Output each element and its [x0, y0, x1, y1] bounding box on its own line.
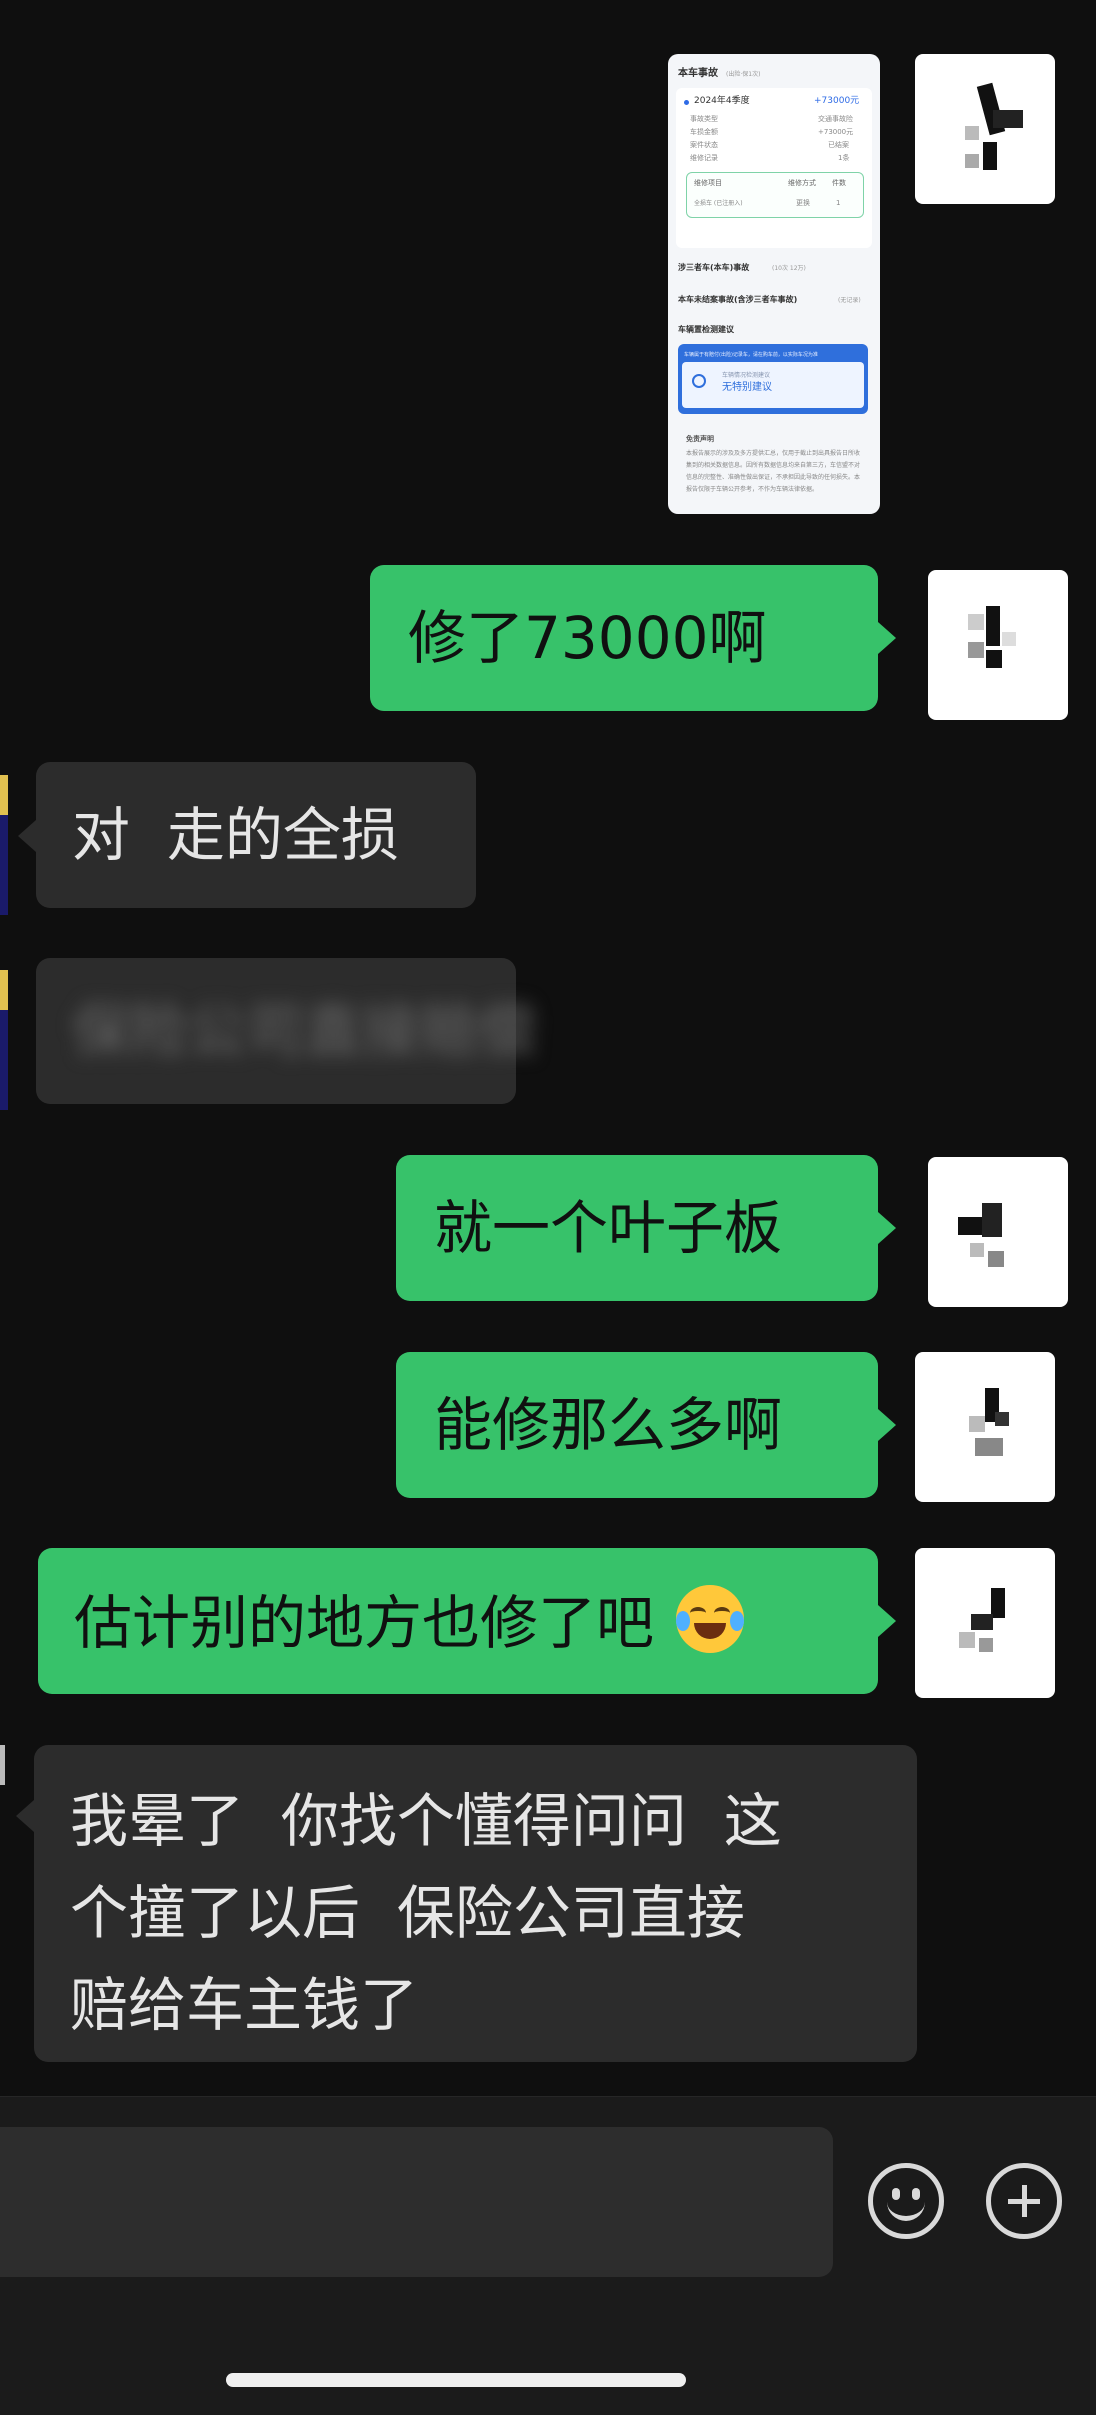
my-avatar[interactable]	[928, 1157, 1068, 1307]
message-bubble-incoming[interactable]: 我晕了 你找个懂得问问 这 个撞了以后 保险公司直接 赔给车主钱了	[34, 1745, 917, 2062]
card-period: 2024年4季度	[694, 96, 750, 106]
message-text: 就一个叶子板	[434, 1194, 783, 1262]
message-text: 估计别的地方也修了吧	[74, 1589, 655, 1657]
card-row-label: 案件状态	[690, 141, 718, 149]
chat-input-bar	[0, 2096, 1096, 2415]
card-section-title: 涉三者车(本车)事故	[678, 263, 750, 272]
card-row-value: 1条	[838, 154, 850, 162]
message-text: 能修那么多啊	[434, 1391, 783, 1459]
table-cell: 1	[836, 199, 841, 207]
message-text: 对 走的全损	[72, 801, 399, 869]
advice-value: 无特别建议	[722, 382, 772, 393]
message-input[interactable]	[0, 2127, 833, 2277]
advice-label: 车辆情况检测建议	[722, 372, 771, 379]
message-bubble-incoming[interactable]: 对 走的全损	[36, 762, 476, 908]
message-text-line: 我晕了 你找个懂得问问 这	[70, 1787, 782, 1855]
my-avatar[interactable]	[915, 1352, 1055, 1502]
message-bubble-outgoing[interactable]: 就一个叶子板	[396, 1155, 878, 1301]
shared-screenshot-image[interactable]: 本车事故 (出险·保1次) 2024年4季度 +73000元 事故类型 交通事故…	[668, 54, 880, 514]
table-header: 维修项目	[694, 179, 722, 187]
disclaimer-text: 本报告展示的涉及及多方提供汇总，仅用于截止到出具报告日所收集到的相关数据信息。因…	[686, 450, 861, 493]
message-text: 修了73000啊	[408, 604, 767, 672]
message-text-line: 个撞了以后 保险公司直接	[70, 1879, 745, 1947]
table-header: 件数	[832, 179, 846, 187]
card-section-note: (10次 12万)	[772, 265, 806, 272]
bubble-tail	[878, 622, 896, 654]
card-title-note: (出险·保1次)	[726, 71, 761, 78]
card-section-note: (无记录)	[838, 297, 861, 304]
card-amount: +73000元	[814, 96, 860, 106]
card-section-title: 本车未结案事故(含涉三者车事故)	[678, 295, 798, 304]
card-row-label: 车损金额	[690, 128, 718, 136]
card-row-value: 已结案	[828, 141, 849, 149]
bubble-tail	[16, 1800, 34, 1832]
message-text: 保险公司直接赔偿	[72, 997, 537, 1065]
my-avatar[interactable]	[915, 1548, 1055, 1698]
card-title: 本车事故	[678, 68, 718, 79]
card-row-value: 交通事故险	[818, 115, 853, 123]
card-row-label: 维修记录	[690, 154, 718, 162]
bubble-tail	[878, 1212, 896, 1244]
home-indicator[interactable]	[226, 2373, 686, 2387]
message-text-line: 赔给车主钱了	[70, 1971, 419, 2039]
card-row-value: +73000元	[818, 128, 854, 136]
table-cell: 全损车 (已注册入)	[694, 200, 743, 207]
card-row-label: 事故类型	[690, 115, 718, 123]
smiley-icon[interactable]	[868, 2163, 944, 2239]
my-avatar[interactable]	[915, 54, 1055, 204]
card-section-title: 车辆置检测建议	[678, 325, 734, 334]
crying-laughing-emoji-icon	[676, 1585, 745, 1653]
table-cell: 更换	[796, 199, 810, 207]
bubble-tail	[18, 820, 36, 852]
notice-text: 车辆属于有赔付(出险)记录车，请在购车前，以实际车况为准	[684, 352, 818, 358]
disclaimer-title: 免责声明	[686, 435, 714, 443]
bubble-tail	[878, 1605, 896, 1637]
plus-circle-icon[interactable]	[986, 2163, 1062, 2239]
message-bubble-incoming-blurred[interactable]: 保险公司直接赔偿	[36, 958, 536, 1104]
message-bubble-outgoing[interactable]: 估计别的地方也修了吧	[38, 1548, 878, 1694]
bubble-tail	[878, 1409, 896, 1441]
search-icon	[692, 374, 706, 388]
message-bubble-outgoing[interactable]: 修了73000啊	[370, 565, 878, 711]
my-avatar[interactable]	[928, 570, 1068, 720]
table-header: 维修方式	[788, 179, 816, 187]
message-bubble-outgoing[interactable]: 能修那么多啊	[396, 1352, 878, 1498]
